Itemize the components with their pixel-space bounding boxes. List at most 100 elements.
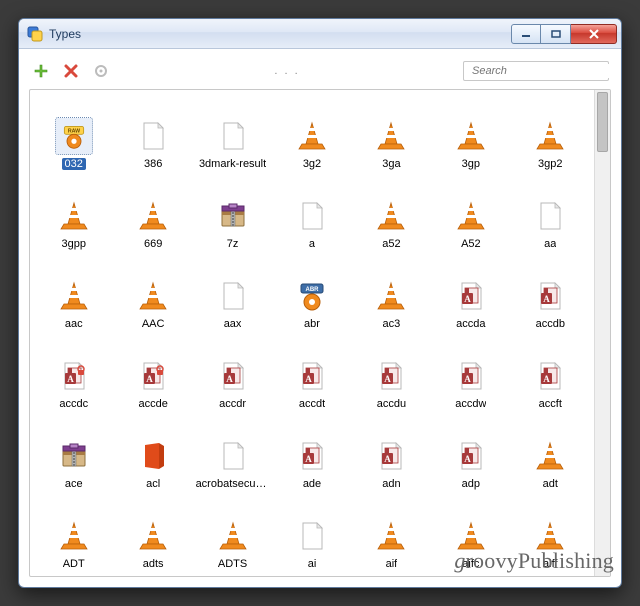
file-type-item[interactable]: aiff — [511, 496, 590, 570]
file-type-label: aif — [386, 558, 398, 570]
blank-icon — [294, 518, 330, 554]
svg-text:A: A — [305, 374, 312, 384]
vlc-icon — [56, 518, 92, 554]
title-bar[interactable]: Types — [19, 19, 621, 49]
file-type-label: aac — [65, 318, 83, 330]
file-type-label: abr — [304, 318, 320, 330]
file-type-item[interactable]: adt — [511, 416, 590, 490]
file-type-item[interactable]: 3gp — [431, 96, 510, 170]
delete-button[interactable] — [61, 61, 81, 81]
file-type-item[interactable]: 669 — [113, 176, 192, 250]
vlc-icon — [294, 118, 330, 154]
vlc-icon — [373, 198, 409, 234]
file-type-item[interactable]: aifc — [431, 496, 510, 570]
file-type-item[interactable]: a — [272, 176, 351, 250]
file-type-label: accft — [539, 398, 562, 410]
file-type-item[interactable]: Aadn — [352, 416, 431, 490]
file-type-item[interactable]: Aadp — [431, 416, 510, 490]
file-type-item[interactable]: 3gp2 — [511, 96, 590, 170]
settings-button[interactable] — [91, 61, 111, 81]
scrollbar[interactable] — [594, 90, 610, 576]
file-type-label: accdc — [59, 398, 88, 410]
file-type-label: ADTS — [218, 558, 247, 570]
vlc-icon — [532, 438, 568, 474]
file-type-item[interactable]: RAW032 — [34, 96, 113, 170]
file-type-label: A52 — [461, 238, 481, 250]
winrar-icon — [215, 198, 251, 234]
svg-text:RAW: RAW — [68, 129, 80, 135]
vlc-icon — [532, 118, 568, 154]
file-type-label: 386 — [144, 158, 162, 170]
file-type-item[interactable]: Aaccdw — [431, 336, 510, 410]
file-type-item[interactable]: AAC — [113, 256, 192, 330]
file-type-label: 3g2 — [303, 158, 321, 170]
access-lock-icon: A — [56, 358, 92, 394]
file-type-label: accdr — [219, 398, 246, 410]
add-button[interactable] — [31, 61, 51, 81]
minimize-button[interactable] — [511, 24, 541, 44]
file-type-item[interactable]: 3ga — [352, 96, 431, 170]
file-type-item[interactable]: ADT — [34, 496, 113, 570]
vlc-icon — [56, 198, 92, 234]
search-box[interactable] — [463, 61, 609, 81]
file-type-item[interactable]: acl — [113, 416, 192, 490]
file-type-item[interactable]: ace — [34, 416, 113, 490]
file-type-item[interactable]: Aaccdc — [34, 336, 113, 410]
vlc-icon — [373, 518, 409, 554]
access-icon: A — [294, 438, 330, 474]
file-type-item[interactable]: Aaccdu — [352, 336, 431, 410]
file-type-item[interactable]: 3gpp — [34, 176, 113, 250]
file-type-item[interactable]: 3g2 — [272, 96, 351, 170]
access-icon: A — [453, 438, 489, 474]
file-type-item[interactable]: adts — [113, 496, 192, 570]
file-type-item[interactable]: aa — [511, 176, 590, 250]
toolbar-overflow[interactable]: . . . — [121, 65, 453, 77]
file-type-grid[interactable]: RAW032 386 3dmark-result 3g2 3ga3gp3gp2 3gpp6… — [30, 90, 594, 576]
abr-icon: ABR — [294, 278, 330, 314]
blank-icon — [215, 278, 251, 314]
access-icon: A — [373, 438, 409, 474]
file-type-item[interactable]: Aaccft — [511, 336, 590, 410]
svg-text:A: A — [385, 454, 392, 464]
file-type-item[interactable]: Aade — [272, 416, 351, 490]
vlc-icon — [453, 518, 489, 554]
window-controls — [511, 24, 617, 44]
file-type-item[interactable]: acrobatsecuritysettings — [193, 416, 272, 490]
file-type-item[interactable]: 7z — [193, 176, 272, 250]
maximize-button[interactable] — [541, 24, 571, 44]
file-type-item[interactable]: A52 — [431, 176, 510, 250]
vlc-icon — [373, 278, 409, 314]
file-type-item[interactable]: aif — [352, 496, 431, 570]
vlc-icon — [373, 118, 409, 154]
file-type-item[interactable]: Aaccdt — [272, 336, 351, 410]
blank-icon — [215, 118, 251, 154]
file-type-item[interactable]: ac3 — [352, 256, 431, 330]
file-type-item[interactable]: 3dmark-result — [193, 96, 272, 170]
file-type-label: accdu — [377, 398, 406, 410]
vlc-icon — [135, 518, 171, 554]
file-type-item[interactable]: Aaccdb — [511, 256, 590, 330]
file-type-label: accda — [456, 318, 485, 330]
file-type-item[interactable]: aax — [193, 256, 272, 330]
file-type-item[interactable]: a52 — [352, 176, 431, 250]
file-type-label: ace — [65, 478, 83, 490]
file-type-item[interactable]: ADTS — [193, 496, 272, 570]
search-input[interactable] — [470, 64, 617, 78]
blank-icon — [294, 198, 330, 234]
file-type-label: ade — [303, 478, 321, 490]
file-type-item[interactable]: Aaccdr — [193, 336, 272, 410]
file-type-item[interactable]: 386 — [113, 96, 192, 170]
access-icon: A — [453, 358, 489, 394]
file-type-item[interactable]: aac — [34, 256, 113, 330]
scrollbar-thumb[interactable] — [597, 92, 608, 152]
file-type-item[interactable]: Aaccda — [431, 256, 510, 330]
file-type-item[interactable]: Aaccde — [113, 336, 192, 410]
file-type-item[interactable]: ABR abr — [272, 256, 351, 330]
file-type-label: aifc — [462, 558, 479, 570]
file-type-label: accdw — [455, 398, 486, 410]
close-button[interactable] — [571, 24, 617, 44]
file-type-item[interactable]: ai — [272, 496, 351, 570]
file-type-label: aa — [544, 238, 556, 250]
svg-text:A: A — [305, 454, 312, 464]
file-type-label: ADT — [63, 558, 85, 570]
